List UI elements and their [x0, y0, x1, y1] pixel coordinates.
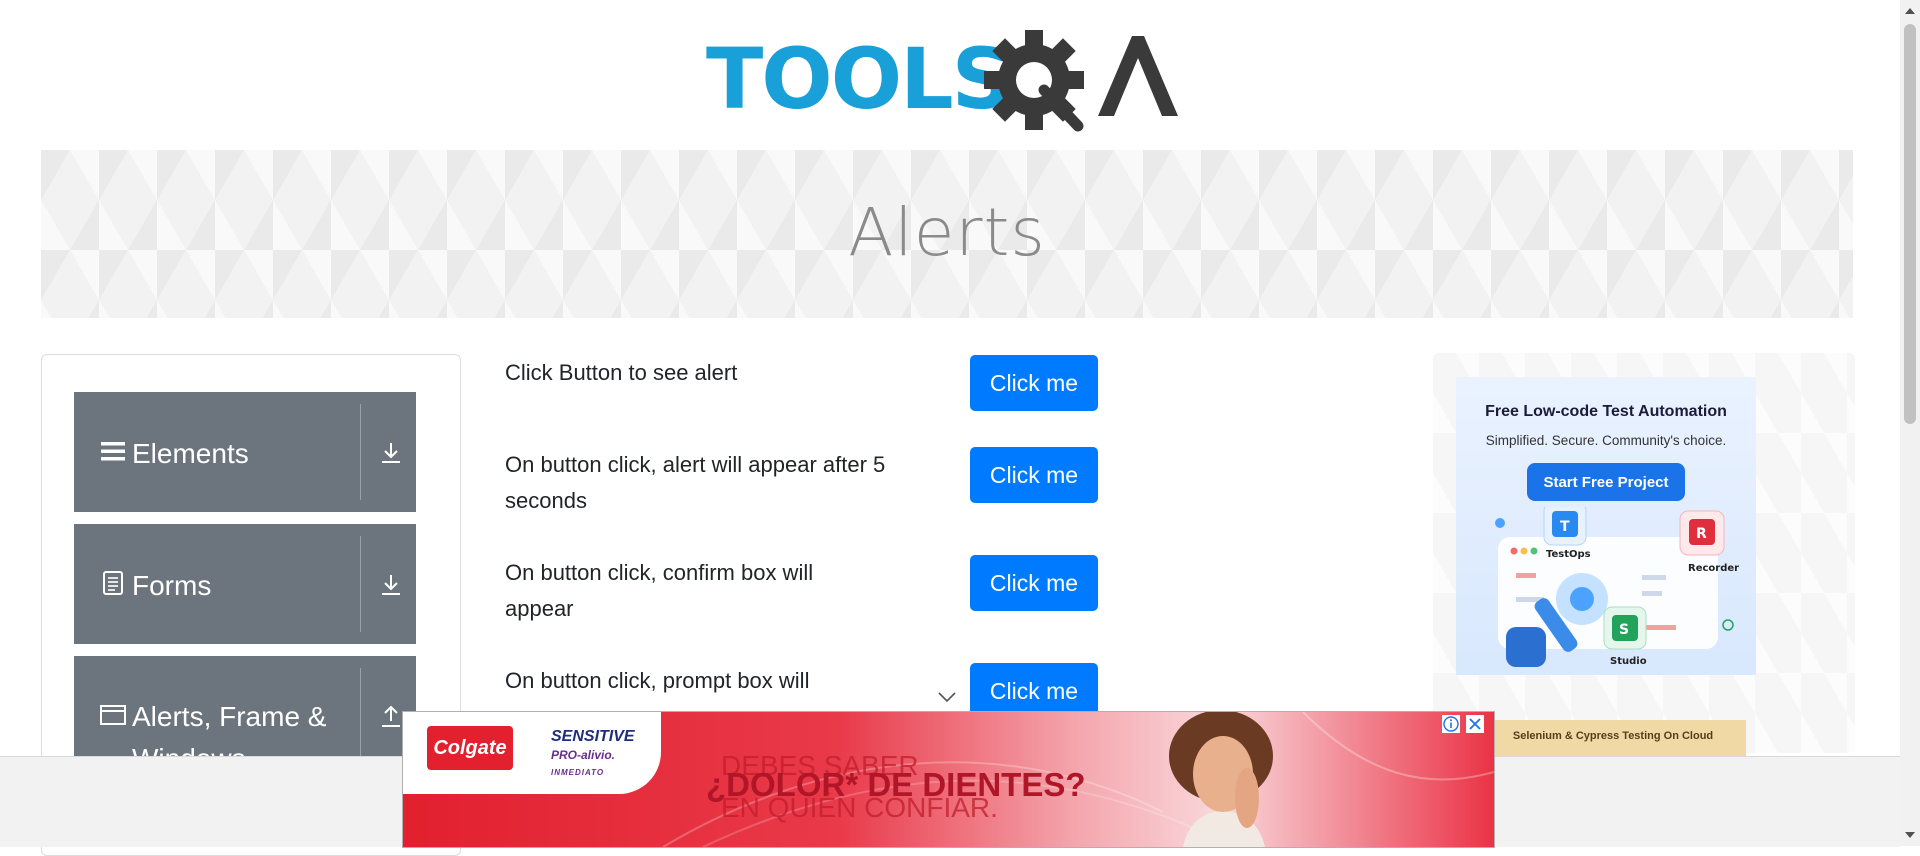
ad-subline: Simplified. Secure. Community's choice.: [1485, 433, 1727, 448]
svg-text:R: R: [1696, 526, 1707, 542]
timer-alert-description: On button click, alert will appear after…: [505, 452, 886, 513]
start-free-project-button[interactable]: Start Free Project: [1527, 463, 1685, 501]
scroll-down-arrow-icon[interactable]: [1905, 832, 1915, 838]
page-scrollbar[interactable]: [1900, 0, 1920, 846]
svg-text:Studio: Studio: [1610, 656, 1647, 667]
download-arrow-icon[interactable]: [378, 572, 404, 598]
divider: [360, 536, 361, 632]
window-icon: [100, 705, 126, 725]
product-name: SENSITIVE PRO-alivio. INMEDIATO: [551, 728, 635, 777]
alert-button[interactable]: Click me: [970, 355, 1098, 411]
ad-brand-box: Colgate SENSITIVE PRO-alivio. INMEDIATO: [403, 712, 661, 794]
prompt-description: On button click, prompt box will: [505, 668, 810, 693]
timer-alert-button[interactable]: Click me: [970, 447, 1098, 503]
ad-illustration: T TestOps R Recorder S Studio: [1495, 507, 1739, 667]
page-header-banner: Alerts: [41, 150, 1853, 318]
sidebar-group-label: Elements: [132, 438, 249, 469]
document-icon: [103, 571, 123, 595]
download-arrow-icon[interactable]: [378, 440, 404, 466]
colgate-logo: Colgate: [427, 726, 513, 770]
svg-text:Recorder: Recorder: [1688, 563, 1739, 574]
toolsqa-logo[interactable]: TOOLS: [706, 22, 1194, 136]
svg-text:TOOLS: TOOLS: [706, 30, 1010, 128]
svg-text:TestOps: TestOps: [1546, 549, 1591, 560]
page-title: Alerts: [848, 194, 1046, 271]
hamburger-icon: [101, 442, 125, 461]
ad-line-3: EN QUIÉN CONFIAR.: [721, 792, 998, 823]
ad-info-icon[interactable]: [1442, 715, 1460, 733]
divider: [360, 668, 361, 764]
ad-close-icon[interactable]: [1466, 715, 1484, 733]
sidebar-group-elements[interactable]: Elements: [74, 392, 416, 512]
sidebar-group-forms[interactable]: Forms: [74, 524, 416, 644]
upload-arrow-icon[interactable]: [378, 704, 404, 730]
ad-headline: Free Low-code Test Automation: [1485, 403, 1727, 420]
alert-description: Click Button to see alert: [505, 360, 738, 385]
svg-text:S: S: [1619, 622, 1629, 638]
chevron-down-icon[interactable]: [937, 690, 957, 704]
divider: [360, 404, 361, 500]
selenium-cypress-ad[interactable]: Selenium & Cypress Testing On Cloud: [1480, 720, 1746, 760]
ad-model-photo: [1169, 712, 1273, 847]
svg-text:T: T: [1560, 519, 1570, 535]
sidebar-group-label: Forms: [132, 570, 212, 601]
scroll-up-arrow-icon[interactable]: [1905, 8, 1915, 14]
katalon-ad[interactable]: Free Low-code Test Automation Simplified…: [1456, 377, 1756, 675]
confirm-button[interactable]: Click me: [970, 555, 1098, 611]
scrollbar-thumb[interactable]: [1904, 24, 1916, 424]
colgate-banner-ad[interactable]: Colgate SENSITIVE PRO-alivio. INMEDIATO …: [402, 711, 1495, 848]
confirm-description: On button click, confirm box will appear: [505, 560, 814, 621]
